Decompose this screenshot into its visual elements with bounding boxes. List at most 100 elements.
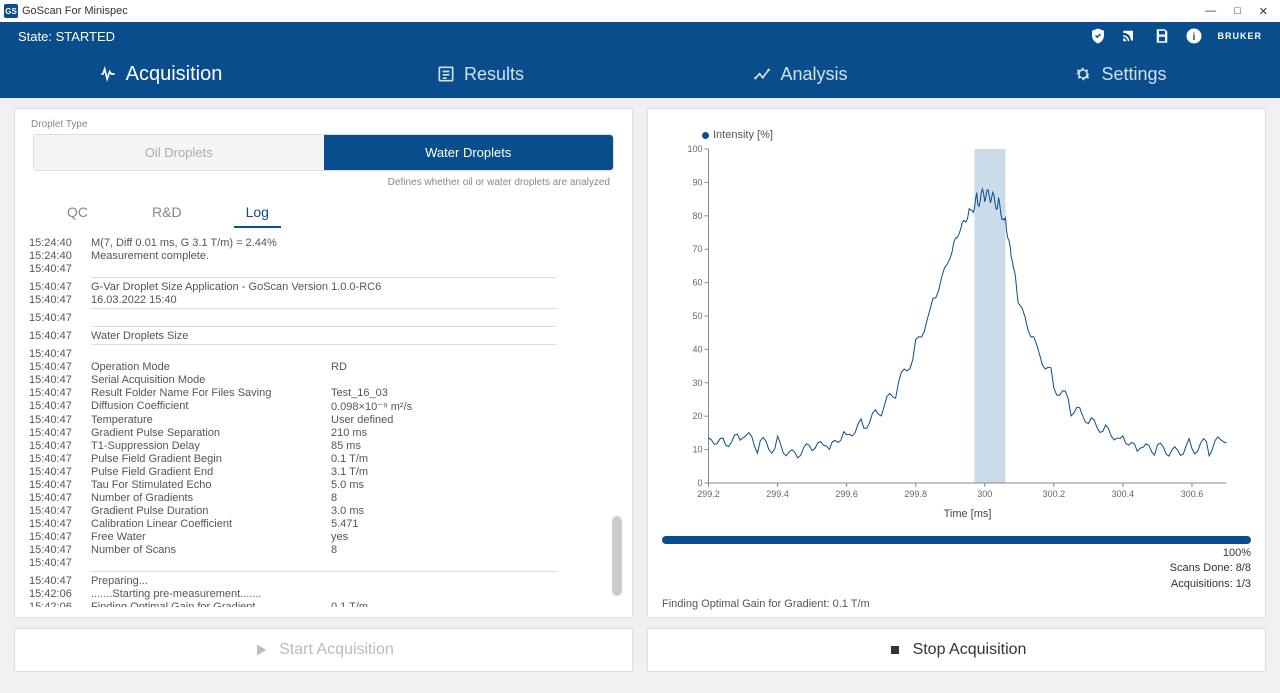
svg-text:30: 30 [692,378,702,388]
play-icon [253,642,269,658]
nav-results[interactable]: Results [320,50,640,98]
log-row: 15:42:06Finding Optimal Gain for Gradien… [29,600,618,607]
log-message [91,312,618,324]
log-value: 8 [331,492,618,504]
log-row: 15:40:47Number of Scans8 [29,543,618,556]
acquisition-config-panel: Droplet Type Oil Droplets Water Droplets… [14,108,633,618]
log-param: Gradient Pulse Separation [91,427,331,439]
svg-text:Time [ms]: Time [ms] [944,508,992,520]
nav-settings[interactable]: Settings [960,50,1280,98]
log-row: 15:40:47TemperatureUser defined [29,413,618,426]
maximize-button[interactable]: □ [1234,5,1241,18]
scrollbar-thumb[interactable] [612,516,622,596]
log-value: 85 ms [331,440,618,452]
log-timestamp: 15:40:47 [29,466,91,478]
start-acquisition-button: Start Acquisition [14,628,633,672]
tab-qc[interactable]: QC [55,198,100,228]
svg-text:10: 10 [692,445,702,455]
info-icon[interactable]: i [1185,27,1203,45]
svg-text:300.6: 300.6 [1181,489,1204,499]
intensity-chart: 0102030405060708090100299.2299.4299.6299… [672,143,1241,523]
tab-rd[interactable]: R&D [140,198,194,228]
stop-icon [887,642,903,658]
close-button[interactable]: ✕ [1259,5,1268,18]
svg-text:20: 20 [692,411,702,421]
log-value: yes [331,531,618,543]
oil-droplets-button[interactable]: Oil Droplets [34,135,324,170]
svg-text:300: 300 [977,489,992,499]
svg-text:300.2: 300.2 [1043,489,1066,499]
log-timestamp: 15:40:47 [29,427,91,439]
cast-icon[interactable] [1121,27,1139,45]
svg-text:60: 60 [692,278,702,288]
log-message: Measurement complete. [91,250,618,262]
log-param: Operation Mode [91,361,331,373]
log-timestamp: 15:40:47 [29,294,91,306]
log-value: User defined [331,414,618,426]
log-timestamp: 15:40:47 [29,387,91,399]
svg-text:i: i [1193,31,1196,43]
chart-panel: Intensity [%] 0102030405060708090100299.… [647,108,1266,618]
minimize-button[interactable]: — [1205,5,1216,18]
log-row: 15:40:47Pulse Field Gradient Begin0.1 T/… [29,452,618,465]
log-message: Water Droplets Size [91,330,618,342]
log-row: 15:40:47Calibration Linear Coefficient5.… [29,517,618,530]
acquisition-icon [98,64,118,84]
app-icon: GS [4,4,18,18]
log-param: Diffusion Coefficient [91,400,331,413]
log-divider [91,308,556,309]
log-param: Calibration Linear Coefficient [91,518,331,530]
svg-text:300.4: 300.4 [1112,489,1135,499]
analysis-icon [752,64,772,84]
log-row: 15:40:47Tau For Stimulated Echo5.0 ms [29,478,618,491]
status-line: Finding Optimal Gain for Gradient: 0.1 T… [662,598,1251,610]
svg-text:299.6: 299.6 [835,489,858,499]
log-area[interactable]: 15:24:40M(7, Diff 0.01 ms, G 3.1 T/m) = … [25,236,622,607]
log-param: Serial Acquisition Mode [91,374,331,386]
nav-analysis[interactable]: Analysis [640,50,960,98]
stop-acquisition-button[interactable]: Stop Acquisition [647,628,1266,672]
nav-settings-label: Settings [1101,64,1166,85]
log-timestamp: 15:40:47 [29,531,91,543]
log-row: 15:40:47Gradient Pulse Separation210 ms [29,426,618,439]
log-row: 15:40:47Preparing... [29,574,618,587]
log-timestamp: 15:40:47 [29,361,91,373]
state-label: State: STARTED [18,29,115,44]
log-value [331,374,618,386]
shield-icon[interactable] [1089,27,1107,45]
results-icon [436,64,456,84]
log-message [91,348,618,360]
brand-logo: BRUKER [1217,31,1262,41]
log-timestamp: 15:40:47 [29,414,91,426]
log-timestamp: 15:42:06 [29,601,91,608]
nav-analysis-label: Analysis [780,64,847,85]
log-timestamp: 15:40:47 [29,263,91,275]
svg-text:299.8: 299.8 [904,489,927,499]
log-param: Pulse Field Gradient Begin [91,453,331,465]
log-message: Preparing... [91,575,618,587]
log-message: M(7, Diff 0.01 ms, G 3.1 T/m) = 2.44% [91,237,618,249]
svg-text:70: 70 [692,244,702,254]
log-row: 15:40:47Water Droplets Size [29,329,618,342]
log-row: 15:40:4716.03.2022 15:40 [29,293,618,306]
save-icon[interactable] [1153,27,1171,45]
svg-text:299.4: 299.4 [766,489,789,499]
tab-log[interactable]: Log [234,198,281,228]
svg-text:90: 90 [692,177,702,187]
water-droplets-button[interactable]: Water Droplets [324,135,614,170]
log-row: 15:40:47Diffusion Coefficient0.098×10⁻⁹ … [29,399,618,413]
log-row: 15:24:40M(7, Diff 0.01 ms, G 3.1 T/m) = … [29,236,618,249]
chart-legend: Intensity [%] [702,129,1241,141]
log-row: 15:24:40Measurement complete. [29,249,618,262]
log-row: 15:40:47 [29,311,618,324]
log-param: T1-Suppression Delay [91,440,331,452]
svg-text:40: 40 [692,344,702,354]
legend-dot-icon [702,132,709,139]
nav-acquisition[interactable]: Acquisition [0,50,320,98]
state-bar: State: STARTED i BRUKER [0,22,1280,50]
log-param: Number of Gradients [91,492,331,504]
log-row: 15:40:47 [29,262,618,275]
log-param: Tau For Stimulated Echo [91,479,331,491]
progress-acquisitions: Acquisitions: 1/3 [662,577,1251,592]
stop-button-label: Stop Acquisition [913,641,1027,659]
